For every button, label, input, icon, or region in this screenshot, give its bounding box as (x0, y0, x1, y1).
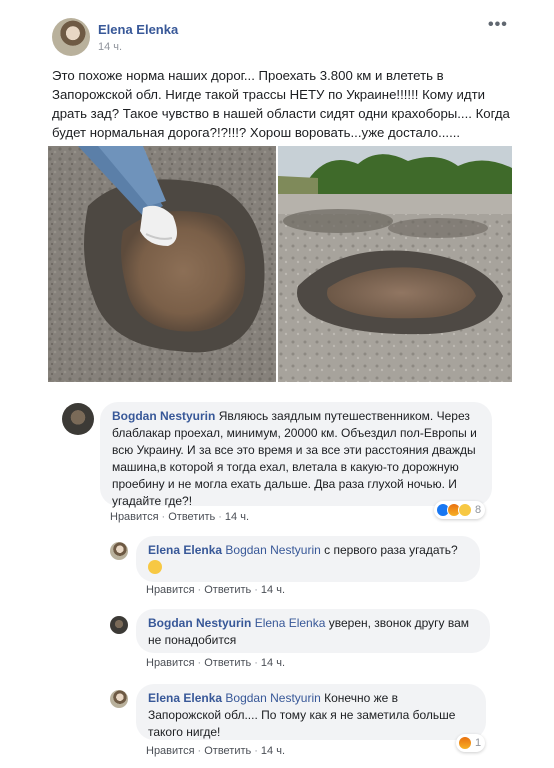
like-link[interactable]: Нравится (146, 657, 195, 669)
like-link[interactable]: Нравится (146, 745, 195, 757)
reaction-count: 8 (475, 504, 482, 516)
comment-time[interactable]: 14 ч. (261, 657, 285, 669)
comment-time[interactable]: 14 ч. (225, 511, 249, 523)
reply-link[interactable]: Ответить (204, 745, 251, 757)
reply-bubble: Elena Elenka Bogdan Nestyurin с первого … (136, 536, 480, 582)
reply-link[interactable]: Ответить (204, 657, 251, 669)
reaction-count: 1 (475, 737, 482, 749)
sad-reaction-icon (458, 503, 472, 517)
post-photo-1[interactable] (48, 146, 276, 382)
reply-avatar[interactable] (110, 542, 128, 560)
reaction-summary[interactable]: 1 (456, 734, 486, 752)
comment-author[interactable]: Bogdan Nestyurin (112, 409, 215, 423)
comment-time[interactable]: 14 ч. (261, 584, 285, 596)
reply-avatar[interactable] (110, 690, 128, 708)
post-timestamp[interactable]: 14 ч. (98, 41, 122, 53)
reply-mention[interactable]: Elena Elenka (255, 616, 326, 630)
post-author-name[interactable]: Elena Elenka (98, 22, 178, 37)
reaction-summary[interactable]: 8 (434, 501, 486, 519)
reply-bubble: Elena Elenka Bogdan Nestyurin Конечно же… (136, 684, 486, 740)
reply-author[interactable]: Elena Elenka (148, 543, 222, 557)
reply-mention[interactable]: Bogdan Nestyurin (225, 543, 320, 557)
commenter-avatar[interactable] (62, 403, 94, 435)
reply-actions: Нравится · Ответить · 14 ч. (146, 584, 286, 596)
comment-text: Являюсь заядлым путешественником. Через … (112, 409, 477, 508)
reply-bubble: Bogdan Nestyurin Elena Elenka уверен, зв… (136, 609, 490, 653)
reply-avatar[interactable] (110, 616, 128, 634)
more-options-button[interactable]: ••• (488, 16, 508, 34)
reply-text: с первого раза угадать? (324, 543, 458, 557)
author-avatar[interactable] (52, 18, 90, 56)
reply-actions: Нравится · Ответить · 14 ч. (146, 657, 286, 669)
comment-bubble: Bogdan Nestyurin Являюсь заядлым путешес… (100, 402, 492, 508)
reply-author[interactable]: Bogdan Nestyurin (148, 616, 251, 630)
reply-author[interactable]: Elena Elenka (148, 691, 222, 705)
comment-actions: Нравится · Ответить · 14 ч. (110, 511, 250, 523)
laughing-emoji-icon (148, 559, 162, 574)
post-photo-2[interactable] (278, 146, 512, 382)
reply-actions: Нравится · Ответить · 14 ч. (146, 745, 286, 757)
post-text: Это похоже норма наших дорог... Проехать… (52, 68, 510, 140)
comment-time[interactable]: 14 ч. (261, 745, 285, 757)
angry-reaction-icon (458, 736, 472, 750)
reply-link[interactable]: Ответить (168, 511, 215, 523)
like-link[interactable]: Нравится (146, 584, 195, 596)
reply-link[interactable]: Ответить (204, 584, 251, 596)
reply-mention[interactable]: Bogdan Nestyurin (225, 691, 320, 705)
like-link[interactable]: Нравится (110, 511, 159, 523)
